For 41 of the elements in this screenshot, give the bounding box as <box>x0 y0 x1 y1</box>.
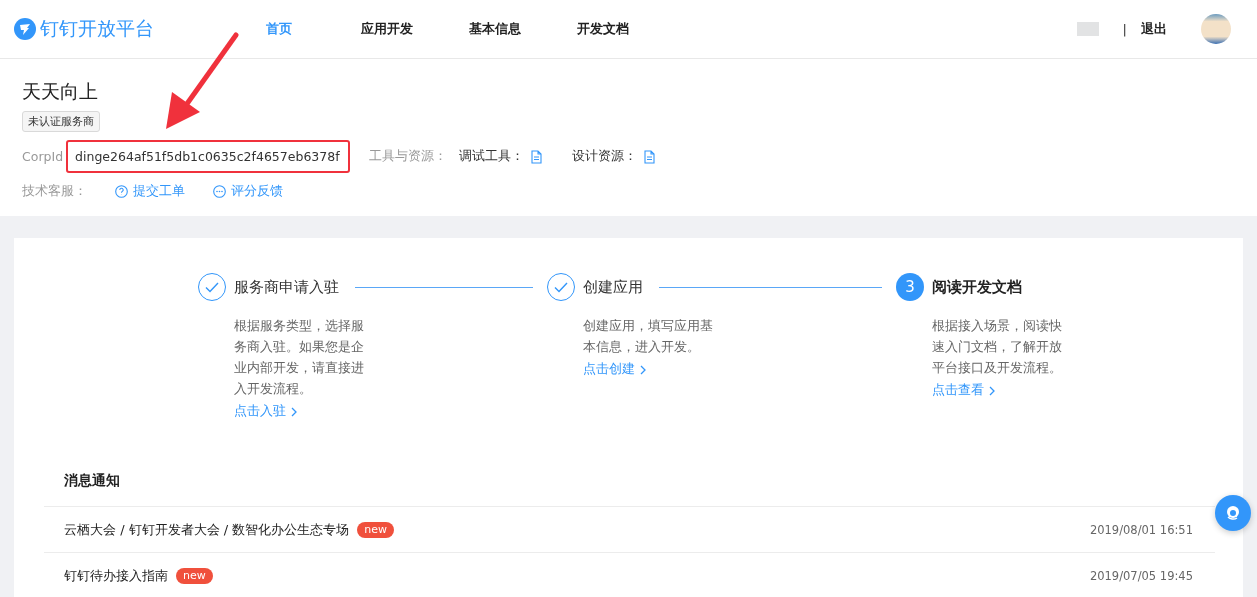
step-number: 3 <box>896 273 924 301</box>
step-title: 阅读开发文档 <box>932 277 1022 297</box>
tools-label: 工具与资源： <box>368 148 447 165</box>
step-description: 创建应用，填写应用基本信息，进入开发。 <box>583 317 714 356</box>
check-icon <box>554 281 568 293</box>
company-name: 天天向上 <box>22 79 99 104</box>
document-icon[interactable] <box>529 149 542 164</box>
new-tag: new <box>176 567 213 584</box>
document-icon[interactable] <box>642 149 655 164</box>
support-label: 技术客服： <box>22 183 87 200</box>
headset-icon <box>1224 504 1242 522</box>
check-icon <box>205 281 219 293</box>
status-tag: 未认证服务商 <box>22 111 100 132</box>
new-tag: new <box>357 521 395 538</box>
avatar[interactable] <box>1201 14 1231 44</box>
separator: | <box>1122 21 1127 37</box>
logo-icon <box>14 18 36 40</box>
nav-tab[interactable]: 应用开发 <box>333 20 441 38</box>
tool-label: 设计资源： <box>571 148 637 165</box>
step-description: 根据服务类型，选择服务商入驻。如果您是企业内部开发，请直接进入开发流程。 <box>234 317 365 398</box>
corpid-value: dinge264af51f5db1c0635c2f4657eb6378f <box>66 140 350 173</box>
logout-link[interactable]: 退出 <box>1141 20 1167 38</box>
corpid-label: CorpId <box>22 149 64 164</box>
logo-text: 钉钉开放平台 <box>40 16 154 41</box>
tool-label: 调试工具： <box>458 148 524 165</box>
step-title: 服务商申请入驻 <box>234 277 339 297</box>
notice-time: 2019/08/01 16:51 <box>1089 522 1193 537</box>
notice-title[interactable]: 钉钉待办接入指南 <box>64 566 168 585</box>
section-title: 消息通知 <box>64 472 121 490</box>
chevron-icon <box>291 406 297 417</box>
chevron-icon <box>640 364 646 375</box>
notice-title[interactable]: 云栖大会 / 钉钉开发者大会 / 数智化办公生态专场 <box>64 520 350 539</box>
redacted-username <box>1076 22 1099 36</box>
step-title: 创建应用 <box>583 277 643 297</box>
nav-tab[interactable]: 基本信息 <box>441 20 549 38</box>
chevron-icon <box>989 385 995 396</box>
question-icon <box>115 185 128 198</box>
step-description: 根据接入场景，阅读快速入门文档，了解开放平台接口及开发流程。 <box>932 317 1063 377</box>
nav-tab[interactable]: 开发文档 <box>549 20 657 38</box>
notice-time: 2019/07/05 19:45 <box>1089 568 1193 583</box>
chat-icon <box>213 185 226 198</box>
